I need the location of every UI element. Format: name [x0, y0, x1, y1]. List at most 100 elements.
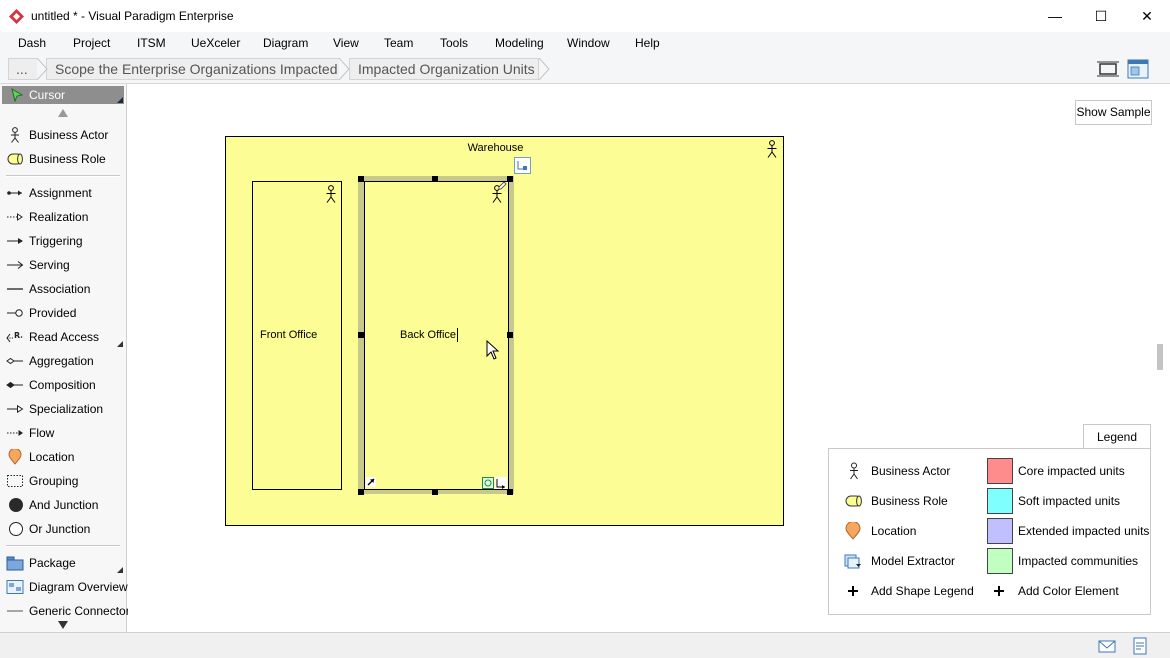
- resize-handle[interactable]: [507, 176, 513, 182]
- palette-separator: [6, 545, 120, 547]
- resize-handle[interactable]: [358, 332, 364, 338]
- mail-icon[interactable]: [1098, 637, 1116, 655]
- resize-handle[interactable]: [507, 489, 513, 495]
- diagram-overview-icon: [6, 580, 24, 594]
- palette-item-flow[interactable]: Flow: [0, 422, 127, 444]
- legend-shape-label: Model Extractor: [871, 554, 956, 568]
- palette-item-grouping[interactable]: Grouping: [0, 470, 127, 492]
- resize-handle[interactable]: [358, 176, 364, 182]
- legend-color-swatch[interactable]: [987, 458, 1013, 484]
- palette-item-specialization[interactable]: Specialization: [0, 398, 127, 420]
- palette-item-label: Serving: [29, 258, 70, 272]
- panel-collapse-grip[interactable]: [1156, 344, 1164, 370]
- menu-team[interactable]: Team: [384, 36, 413, 50]
- package-icon: [6, 556, 24, 571]
- palette-scroll-down-icon[interactable]: [58, 621, 68, 629]
- palette-item-label: Specialization: [29, 402, 104, 416]
- legend-color-label: Core impacted units: [1018, 464, 1125, 478]
- palette-item-diagram-overview[interactable]: Diagram Overview: [0, 576, 128, 598]
- read-access-icon: R: [6, 331, 23, 343]
- breadcrumb-chevron-icon: [338, 58, 350, 80]
- palette-item-label: Package: [29, 556, 76, 570]
- diagram-navigator-icon[interactable]: [1127, 59, 1149, 79]
- svg-text:R: R: [14, 331, 20, 340]
- palette-item-label: Diagram Overview: [29, 580, 128, 594]
- menu-window[interactable]: Window: [567, 36, 610, 50]
- menu-diagram[interactable]: Diagram: [263, 36, 308, 50]
- palette-expand-icon[interactable]: [117, 341, 123, 347]
- location-icon: [8, 449, 22, 465]
- palette-expand-icon[interactable]: [117, 567, 123, 573]
- palette-item-label: Provided: [29, 306, 77, 320]
- palette-item-or-junction[interactable]: Or Junction: [0, 518, 127, 540]
- palette-item-label: Triggering: [29, 234, 83, 248]
- palette-item-read-access[interactable]: R Read Access: [0, 326, 127, 348]
- legend-color-swatch[interactable]: [987, 488, 1013, 514]
- menu-uexceler[interactable]: UeXceler: [191, 36, 240, 50]
- minimize-button[interactable]: —: [1032, 0, 1078, 32]
- palette-item-association[interactable]: Association: [0, 278, 127, 300]
- shape-back-office-label[interactable]: Back Office: [400, 329, 456, 341]
- palette-item-label: Grouping: [29, 474, 79, 488]
- breadcrumb-more[interactable]: ...: [8, 58, 38, 80]
- menu-tools[interactable]: Tools: [440, 36, 468, 50]
- palette-separator: [6, 175, 120, 177]
- legend-color-swatch[interactable]: [987, 518, 1013, 544]
- resource-catalog-icon[interactable]: [514, 157, 531, 174]
- business-actor-icon: [326, 185, 336, 203]
- model-extractor-icon: [844, 554, 861, 569]
- legend-tab[interactable]: Legend: [1083, 424, 1151, 449]
- notes-icon[interactable]: [1131, 637, 1149, 655]
- shape-warehouse-label: Warehouse: [467, 142, 524, 154]
- palette-item-business-role[interactable]: Business Role: [0, 148, 127, 170]
- menu-bar: Dash Project ITSM UeXceler Diagram View …: [0, 32, 1170, 54]
- add-shape-legend-button[interactable]: Add Shape Legend: [871, 584, 974, 598]
- maximize-button[interactable]: ☐: [1078, 0, 1124, 32]
- palette-item-realization[interactable]: Realization: [0, 206, 127, 228]
- connector-arrow-icon[interactable]: [366, 477, 376, 487]
- palette-item-provided[interactable]: Provided: [0, 302, 127, 324]
- palette-item-label: Generic Connector: [29, 604, 130, 618]
- composition-icon: [6, 381, 23, 389]
- palette-item-aggregation[interactable]: Aggregation: [0, 350, 127, 372]
- flow-icon: [7, 430, 23, 436]
- mouse-pointer-icon: [486, 340, 500, 360]
- edit-pencil-icon[interactable]: [498, 181, 507, 190]
- add-color-element-button[interactable]: Add Color Element: [1018, 584, 1119, 598]
- menu-modeling[interactable]: Modeling: [495, 36, 544, 50]
- palette-scroll-up-icon[interactable]: [58, 109, 68, 117]
- palette-item-location[interactable]: Location: [0, 446, 127, 468]
- palette-item-serving[interactable]: Serving: [0, 254, 127, 276]
- resize-handle[interactable]: [358, 489, 364, 495]
- palette-item-label: Flow: [29, 426, 55, 440]
- breadcrumb-item-impacted-units[interactable]: Impacted Organization Units: [349, 58, 539, 80]
- resize-handle[interactable]: [432, 176, 438, 182]
- legend-color-label: Impacted communities: [1018, 554, 1139, 568]
- sub-diagram-icon[interactable]: [482, 477, 494, 489]
- palette-item-assignment[interactable]: Assignment: [0, 182, 127, 204]
- fit-diagram-icon[interactable]: [1097, 59, 1119, 79]
- palette-item-and-junction[interactable]: And Junction: [0, 494, 127, 516]
- resize-handle[interactable]: [507, 332, 513, 338]
- menu-itsm[interactable]: ITSM: [137, 36, 166, 50]
- window-title: untitled * - Visual Paradigm Enterprise: [31, 9, 234, 23]
- cursor-arrow-icon: [11, 88, 23, 102]
- palette-item-composition[interactable]: Composition: [0, 374, 127, 396]
- resize-handle[interactable]: [432, 489, 438, 495]
- menu-dash[interactable]: Dash: [18, 36, 46, 50]
- breadcrumb-item-scope[interactable]: Scope the Enterprise Organizations Impac…: [46, 58, 340, 80]
- palette-item-package[interactable]: Package: [0, 552, 127, 574]
- menu-project[interactable]: Project: [73, 36, 110, 50]
- show-sample-button[interactable]: Show Sample: [1075, 100, 1152, 125]
- or-junction-icon: [9, 522, 23, 536]
- close-button[interactable]: ✕: [1124, 0, 1170, 32]
- menu-view[interactable]: View: [333, 36, 359, 50]
- palette-item-business-actor[interactable]: Business Actor: [0, 124, 127, 146]
- palette-item-generic-connector[interactable]: Generic Connector: [0, 600, 130, 622]
- legend-color-swatch[interactable]: [987, 548, 1013, 574]
- palette-item-triggering[interactable]: Triggering: [0, 230, 127, 252]
- menu-help[interactable]: Help: [635, 36, 660, 50]
- model-transitor-icon[interactable]: [495, 477, 507, 489]
- palette-cursor[interactable]: Cursor: [2, 86, 124, 104]
- location-icon: [845, 522, 861, 540]
